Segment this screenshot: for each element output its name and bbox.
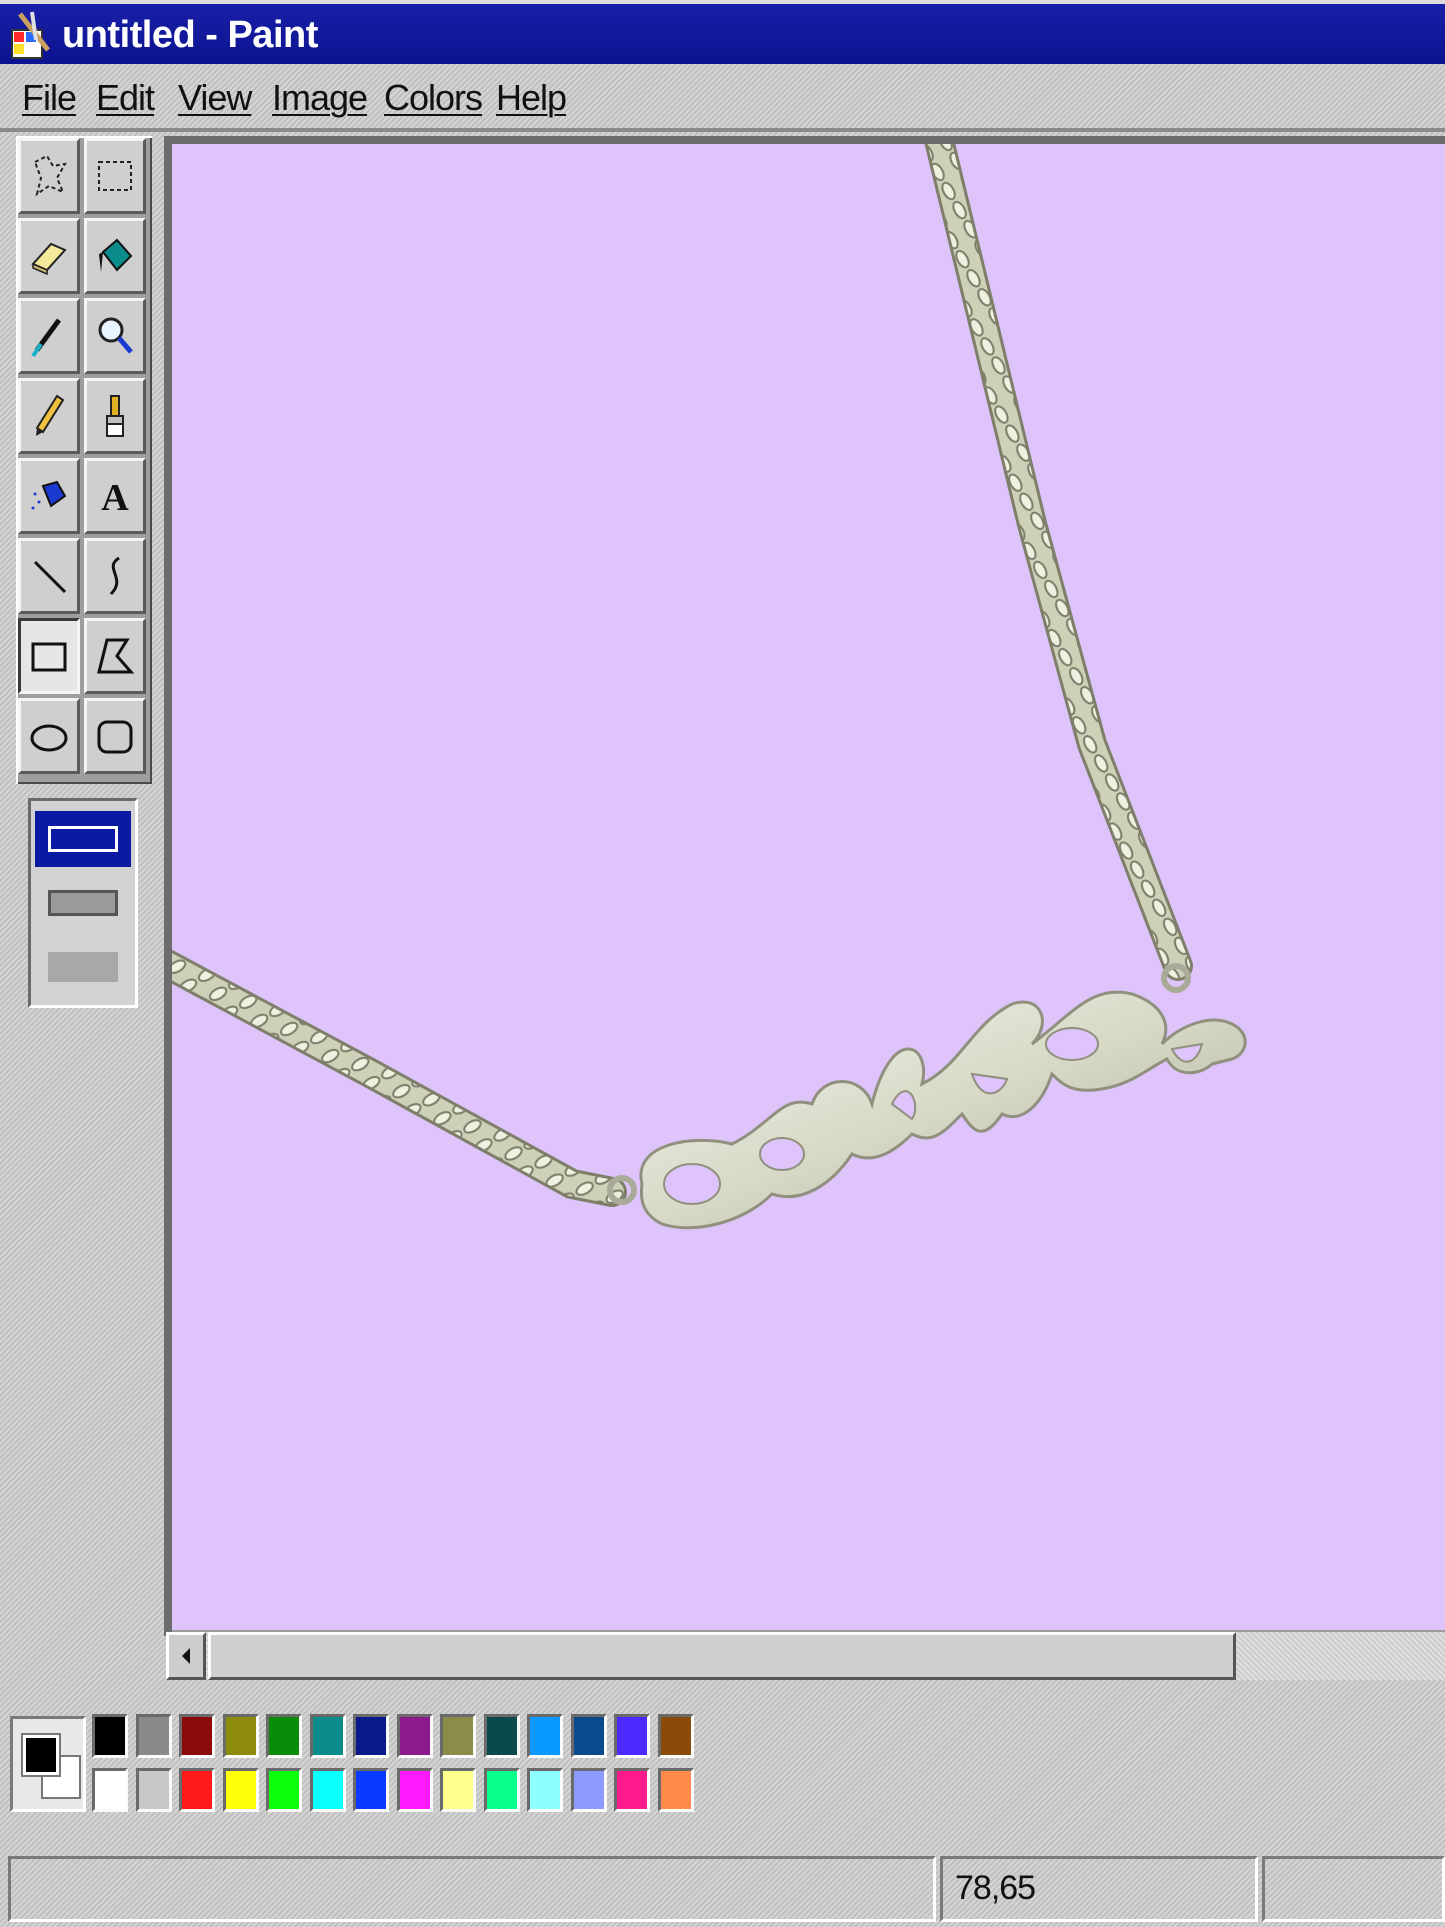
eraser-icon [31,242,67,276]
palette-swatch[interactable] [309,1714,346,1758]
fill-bucket-icon [99,238,133,272]
free-form-select-tool[interactable] [18,138,80,214]
menu-help[interactable]: Help [496,76,567,120]
fill-option-outline[interactable] [35,811,131,867]
arrow-left-icon [182,1648,190,1664]
curve-icon [109,556,120,596]
ellipse-tool[interactable] [18,698,80,774]
palette-swatch[interactable] [92,1714,128,1758]
eraser-tool[interactable] [18,218,80,294]
window-title: untitled - Paint [62,14,318,56]
palette-swatch[interactable] [614,1768,650,1812]
polygon-icon [97,638,135,674]
nameplate-pendant [639,990,1247,1230]
palette-swatch[interactable] [179,1768,215,1812]
palette-swatch[interactable] [135,1714,172,1758]
scroll-left-button[interactable] [166,1632,206,1680]
brush-tool[interactable] [84,378,146,454]
menu-colors[interactable]: Colors [384,76,483,120]
rounded-rectangle-icon [97,720,133,754]
magnifier-icon [98,317,133,354]
palette-swatch[interactable] [135,1768,172,1812]
scrollbar-thumb[interactable] [208,1632,1236,1680]
palette-swatch[interactable] [440,1714,476,1758]
color-palette [0,1690,1445,1830]
palette-swatch[interactable] [483,1768,520,1812]
canvas-shadow-top [164,136,1445,144]
palette-swatch[interactable] [396,1768,433,1812]
palette-swatch[interactable] [570,1768,607,1812]
rounded-rectangle-tool[interactable] [84,698,146,774]
palette-swatch[interactable] [266,1768,302,1812]
menu-file[interactable]: File [22,76,77,120]
canvas-shadow-left [164,136,172,1636]
status-size [1262,1856,1445,1922]
fill-swatch [48,952,118,982]
rectangle-icon [31,642,67,672]
palette-swatch[interactable] [309,1768,346,1812]
menu-image[interactable]: Image [272,76,368,120]
rectangle-tool[interactable] [18,618,80,694]
title-bar: untitled - Paint [0,0,1445,64]
fill-option-outline-fill[interactable] [35,875,131,931]
palette-swatch[interactable] [527,1768,563,1812]
palette-swatch[interactable] [353,1714,389,1758]
palette-swatch[interactable] [570,1714,607,1758]
pencil-icon [35,394,65,436]
brush-icon [106,395,124,437]
menu-edit[interactable]: Edit [96,76,155,120]
palette-swatch[interactable] [266,1714,302,1758]
menu-view[interactable]: View [178,76,252,120]
outline-swatch [48,826,118,852]
line-tool[interactable] [18,538,80,614]
palette-swatch[interactable] [179,1714,215,1758]
palette-swatch[interactable] [483,1714,520,1758]
palette-swatch[interactable] [396,1714,433,1758]
polygon-tool[interactable] [84,618,146,694]
palette-swatch[interactable] [527,1714,563,1758]
eyedropper-icon [31,318,62,358]
rect-select-tool[interactable] [84,138,146,214]
airbrush-icon [31,480,67,510]
palette-swatch[interactable] [657,1714,694,1758]
palette-swatch[interactable] [614,1714,650,1758]
outline-fill-swatch [48,890,118,916]
tool-options [28,798,138,1008]
eyedropper-tool[interactable] [18,298,80,374]
text-icon: A [101,477,129,519]
palette-swatch[interactable] [222,1768,259,1812]
fill-option-fill[interactable] [35,939,131,995]
current-colors[interactable] [10,1716,86,1812]
rect-select-icon [98,161,132,191]
foreground-color-swatch [23,1735,59,1775]
line-icon [33,560,67,594]
menu-divider [0,128,1445,132]
palette-swatch[interactable] [92,1768,128,1812]
fill-bucket-tool[interactable] [84,218,146,294]
airbrush-tool[interactable] [18,458,80,534]
palette-swatch[interactable] [440,1768,476,1812]
palette-swatch[interactable] [222,1714,259,1758]
menu-bar: File Edit View Image Colors Help [0,64,1445,130]
ellipse-icon [30,724,68,752]
drawing-canvas[interactable] [172,144,1445,1630]
status-coordinates: 78,65 [940,1856,1258,1922]
cursor-coordinates: 78,65 [955,1869,1036,1907]
toolbox: A [16,136,152,784]
curve-tool[interactable] [84,538,146,614]
free-form-select-icon [33,154,67,197]
paint-app-icon [11,11,50,59]
palette-swatch[interactable] [657,1768,694,1812]
status-message [8,1856,936,1922]
magnifier-tool[interactable] [84,298,146,374]
svg-text:A: A [101,477,129,519]
text-tool[interactable]: A [84,458,146,534]
palette-swatch[interactable] [353,1768,389,1812]
pencil-tool[interactable] [18,378,80,454]
necklace-image [172,144,1247,1230]
